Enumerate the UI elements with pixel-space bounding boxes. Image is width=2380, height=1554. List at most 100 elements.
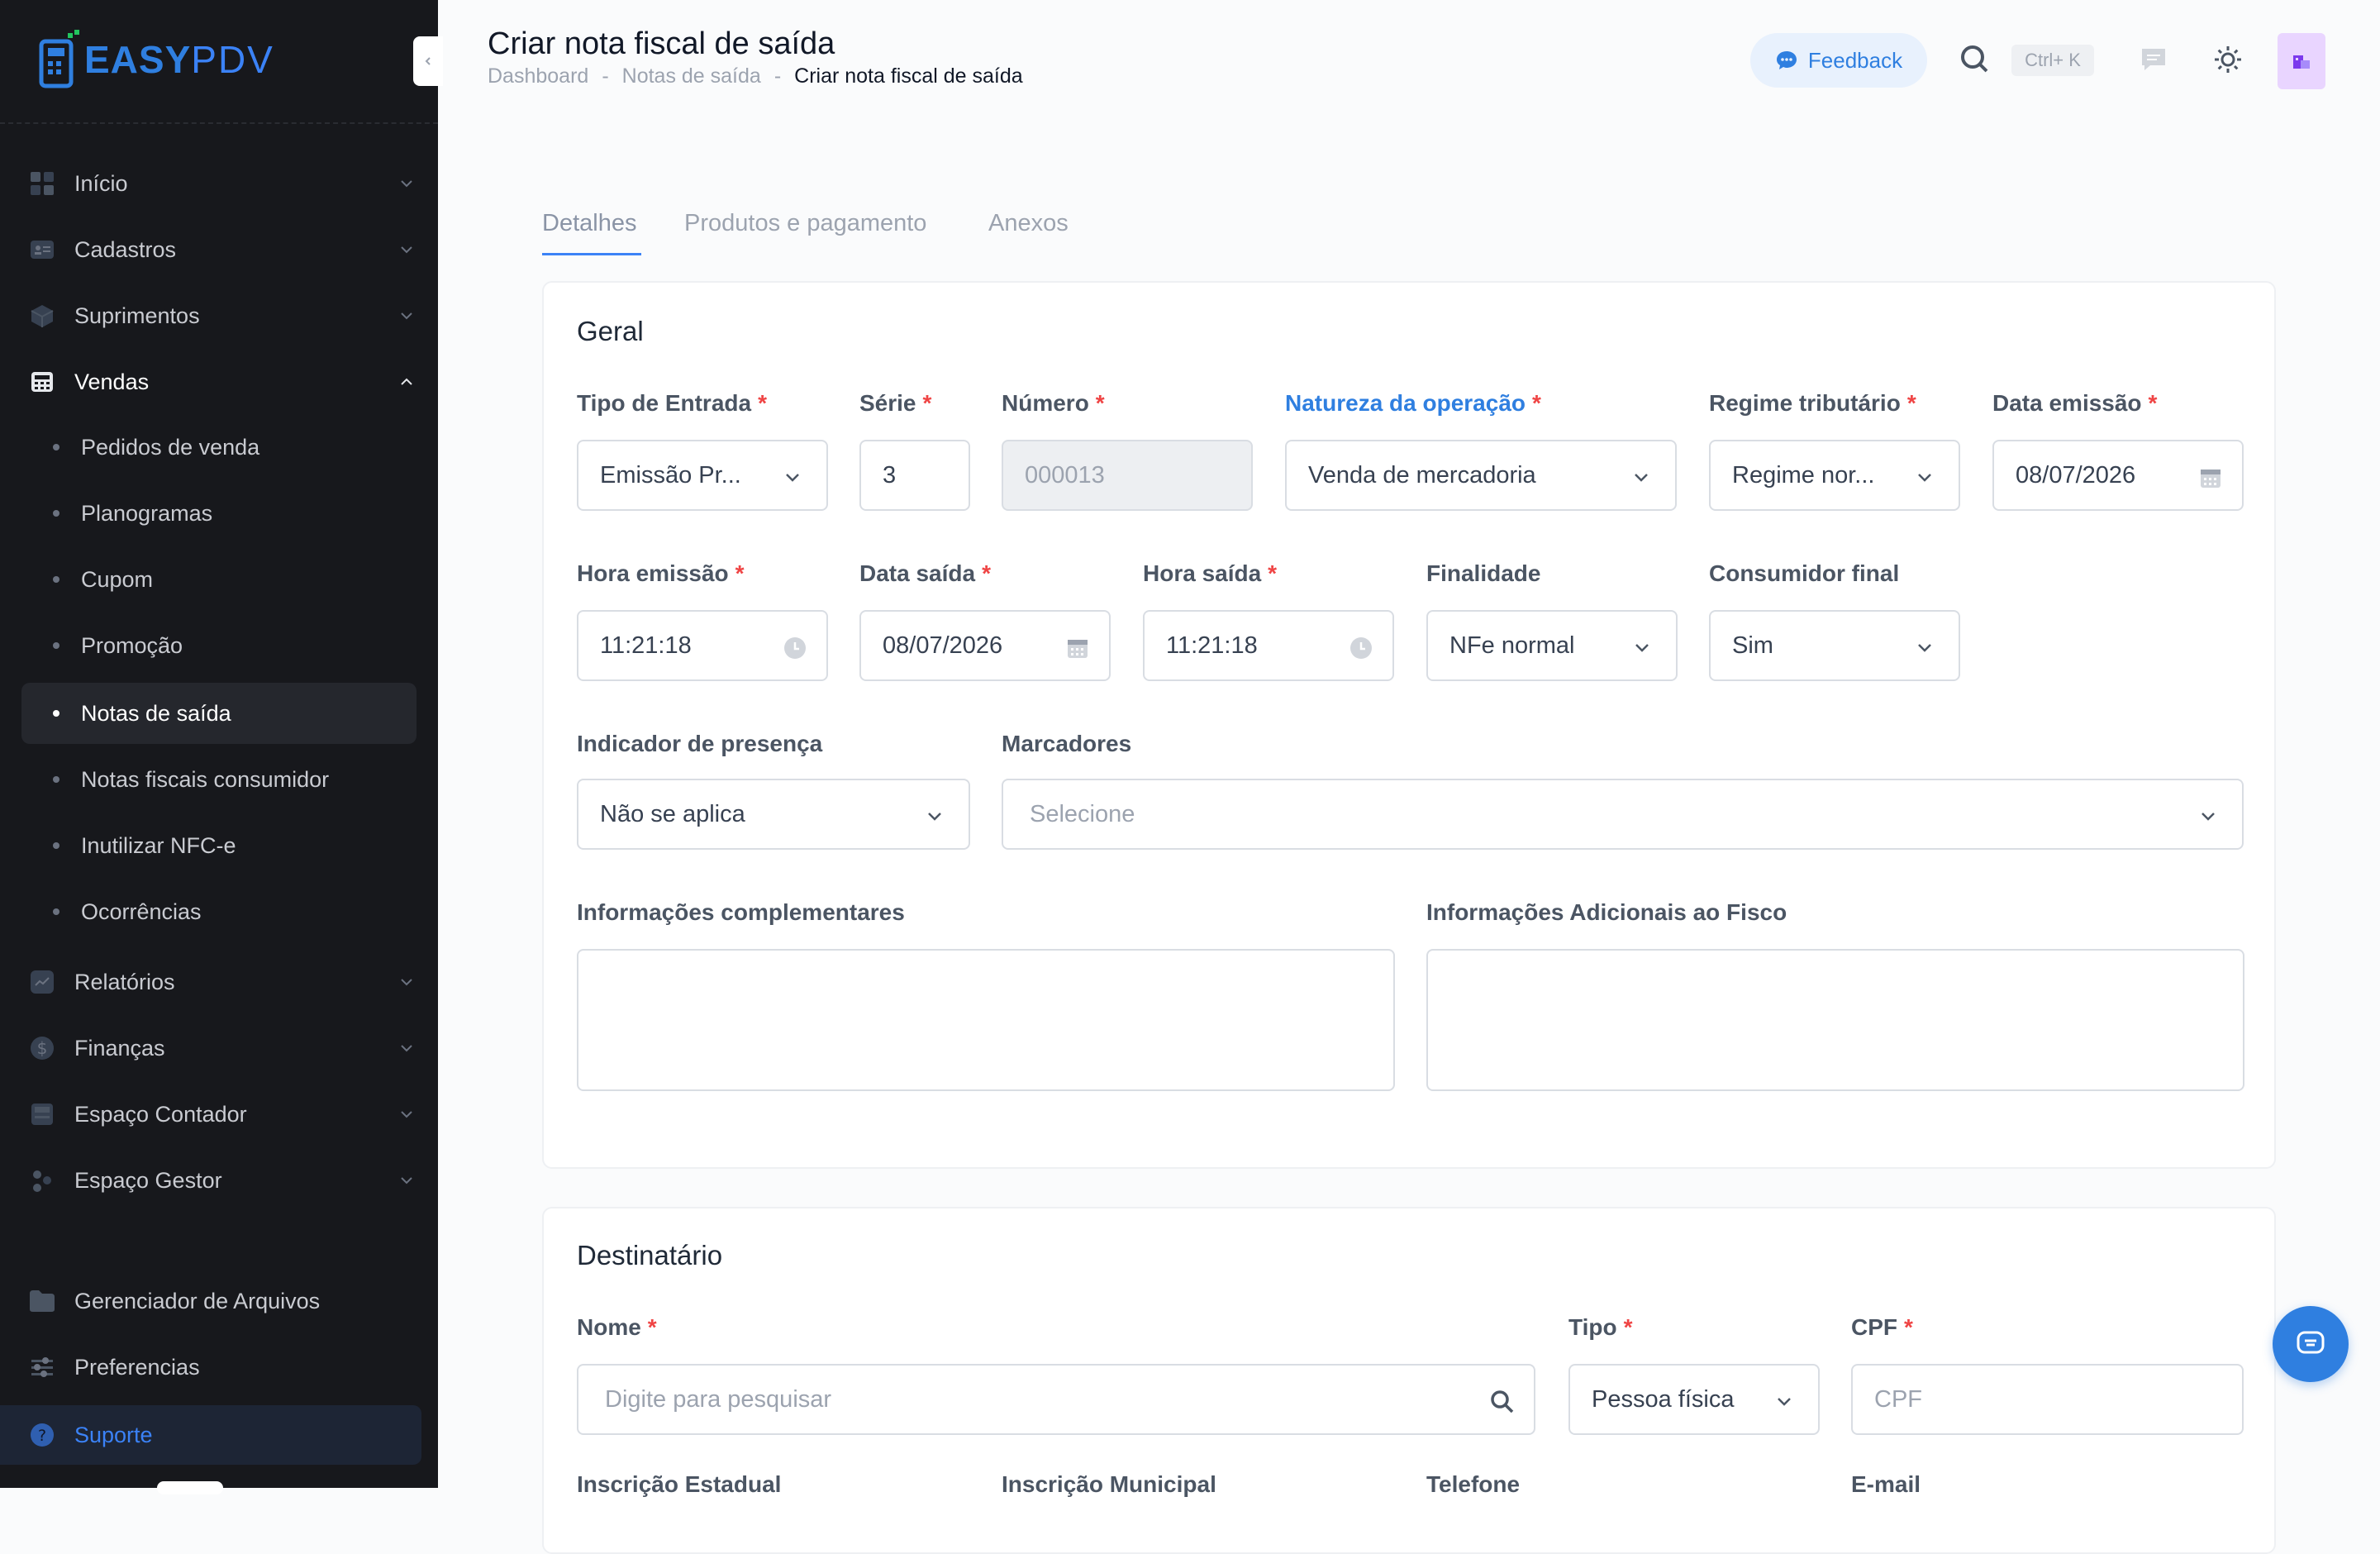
chevron-down-icon — [786, 474, 799, 482]
select-indicador-presenca[interactable]: Não se aplica — [577, 779, 970, 850]
search-icon[interactable] — [1489, 1389, 1516, 1415]
sidebar-item-espaco-contador[interactable]: Espaço Contador — [21, 1084, 416, 1144]
sidebar-subitem-label: Pedidos de venda — [81, 434, 260, 460]
input-data-emissao[interactable]: 08/07/2026 — [1992, 440, 2244, 511]
breadcrumb-dashboard[interactable]: Dashboard — [488, 64, 588, 88]
label-inscricao-municipal: Inscrição Municipal — [1002, 1471, 1216, 1498]
breadcrumb-notas-de-saida[interactable]: Notas de saída — [622, 64, 761, 88]
calendar-icon[interactable] — [1064, 635, 1091, 661]
feedback-label: Feedback — [1807, 47, 1903, 73]
sidebar-subitem-promocao[interactable]: Promoção — [21, 615, 416, 676]
sidebar-item-cadastros[interactable]: Cadastros — [21, 220, 416, 279]
bullet-icon — [53, 510, 60, 517]
tab-produtos-pagamento[interactable]: Produtos e pagamento — [684, 210, 926, 237]
label-natureza-operacao: Natureza da operação * — [1285, 390, 1541, 417]
sidebar-subitem-ocorrencias[interactable]: Ocorrências — [21, 881, 416, 942]
theme-toggle-sun-icon[interactable] — [2211, 43, 2244, 76]
sidebar-item-suprimentos[interactable]: Suprimentos — [21, 286, 416, 346]
textarea-info-complementares[interactable] — [577, 949, 1395, 1091]
select-value: NFe normal — [1449, 632, 1575, 659]
bullet-icon — [53, 576, 60, 583]
input-hora-saida[interactable]: 11:21:18 — [1143, 610, 1394, 681]
select-marcadores[interactable]: Selecione — [1002, 779, 2244, 850]
sidebar-subitem-label: Cupom — [81, 566, 154, 592]
label-telefone: Telefone — [1426, 1471, 1520, 1498]
bullet-icon — [53, 908, 60, 915]
sidebar-item-inicio[interactable]: Início — [21, 154, 416, 213]
tab-detalhes[interactable]: Detalhes — [542, 210, 636, 237]
input-nome-search[interactable]: Digite para pesquisar — [577, 1364, 1535, 1435]
bullet-icon — [53, 776, 60, 783]
input-data-saida[interactable]: 08/07/2026 — [859, 610, 1111, 681]
sidebar-item-suporte[interactable]: ? Suporte — [0, 1405, 421, 1465]
label-text: CPF — [1851, 1314, 1897, 1340]
label-numero: Número * — [1002, 390, 1105, 417]
dollar-icon: $ — [28, 1034, 56, 1062]
page-title: Criar nota fiscal de saída — [488, 26, 835, 61]
label-text: Tipo de Entrada — [577, 390, 752, 416]
select-consumidor-final[interactable]: Sim — [1709, 610, 1960, 681]
required-mark: * — [982, 560, 991, 586]
textarea-info-fisco[interactable] — [1426, 949, 2244, 1091]
sidebar-item-preferencias[interactable]: Preferencias — [21, 1337, 416, 1397]
sidebar-subitem-notas-fiscais-consumidor[interactable]: Notas fiscais consumidor — [21, 749, 416, 810]
sidebar-subitem-pedidos-de-venda[interactable]: Pedidos de venda — [21, 417, 416, 478]
select-value: Pessoa física — [1592, 1385, 1735, 1413]
select-tipo-pessoa[interactable]: Pessoa física — [1568, 1364, 1820, 1435]
select-tipo-entrada[interactable]: Emissão Pr... — [577, 440, 828, 511]
label-cpf: CPF * — [1851, 1314, 1913, 1341]
tab-anexos[interactable]: Anexos — [988, 210, 1069, 237]
feedback-button[interactable]: Feedback — [1750, 33, 1927, 88]
input-cpf[interactable]: CPF — [1851, 1364, 2244, 1435]
breadcrumb-separator: - — [602, 64, 609, 88]
input-value: 08/07/2026 — [883, 632, 1003, 659]
search-icon[interactable] — [1959, 43, 1992, 76]
section-title-geral: Geral — [577, 316, 644, 346]
input-placeholder: CPF — [1874, 1385, 1922, 1413]
sidebar-item-espaco-gestor[interactable]: Espaço Gestor — [21, 1151, 416, 1210]
clock-icon[interactable] — [782, 635, 808, 661]
sidebar-item-label: Espaço Contador — [74, 1101, 247, 1127]
sidebar-item-gerenciador-arquivos[interactable]: Gerenciador de Arquivos — [21, 1271, 416, 1331]
select-regime-tributario[interactable]: Regime nor... — [1709, 440, 1960, 511]
required-mark: * — [922, 390, 932, 416]
select-natureza-operacao[interactable]: Venda de mercadoria — [1285, 440, 1677, 511]
sidebar-item-vendas[interactable]: Vendas — [21, 352, 416, 412]
sidebar-subitem-notas-de-saida[interactable]: Notas de saída — [21, 683, 416, 744]
sidebar-subitem-cupom[interactable]: Cupom — [21, 549, 416, 610]
label-data-emissao: Data emissão * — [1992, 390, 2157, 417]
sidebar-subitem-planogramas[interactable]: Planogramas — [21, 483, 416, 544]
label-finalidade: Finalidade — [1426, 560, 1540, 587]
sidebar-subitem-inutilizar-nfce[interactable]: Inutilizar NFC-e — [21, 815, 416, 876]
label-inscricao-estadual: Inscrição Estadual — [577, 1471, 781, 1498]
label-consumidor-final: Consumidor final — [1709, 560, 1899, 587]
input-value: 11:21:18 — [1166, 632, 1258, 659]
sidebar-item-financas[interactable]: $ Finanças — [21, 1018, 416, 1078]
chevron-down-icon — [401, 1111, 412, 1118]
sidebar-subitem-label: Ocorrências — [81, 899, 202, 924]
label-tipo-entrada: Tipo de Entrada * — [577, 390, 767, 417]
input-hora-emissao[interactable]: 11:21:18 — [577, 610, 828, 681]
scroll-handle[interactable] — [157, 1481, 223, 1494]
search-shortcut-hint: Ctrl+ K — [2011, 45, 2094, 76]
chat-support-button[interactable] — [2273, 1306, 2349, 1382]
required-mark: * — [1904, 1314, 1913, 1340]
clock-icon[interactable] — [1348, 635, 1374, 661]
brand-logo[interactable]: EASYPDV — [38, 30, 274, 89]
required-mark: * — [2148, 390, 2158, 416]
messages-icon[interactable] — [2137, 43, 2170, 76]
calendar-icon[interactable] — [2197, 465, 2224, 491]
sidebar-item-relatorios[interactable]: Relatórios — [21, 952, 416, 1012]
sidebar-collapse-button[interactable] — [413, 36, 443, 86]
select-finalidade[interactable]: NFe normal — [1426, 610, 1678, 681]
label-marcadores: Marcadores — [1002, 731, 1131, 757]
user-avatar[interactable] — [2278, 33, 2325, 89]
required-mark: * — [1623, 1314, 1633, 1340]
label-text: Natureza da operação — [1285, 390, 1526, 416]
sidebar-divider — [0, 122, 438, 124]
card-geral: Geral Tipo de Entrada * Série * Número * Na… — [542, 281, 2276, 1169]
input-serie[interactable]: 3 — [859, 440, 970, 511]
chevron-down-icon — [1635, 474, 1648, 482]
input-value: 000013 — [1025, 461, 1105, 489]
sidebar-item-label: Preferencias — [74, 1354, 200, 1380]
